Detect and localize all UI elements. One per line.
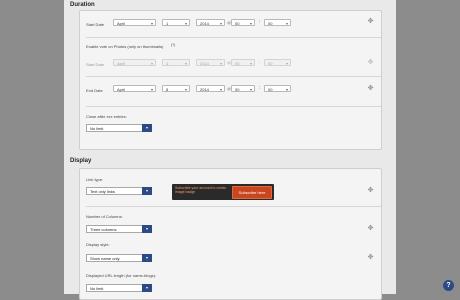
photo-start-month-select[interactable]: April ▾ <box>113 59 156 66</box>
chevron-down-icon: ▾ <box>219 61 222 66</box>
start-day-select[interactable]: 1 ▾ <box>162 19 190 26</box>
end-date-label: End Date <box>86 88 103 93</box>
url-length-label: Displayed URL length (for name-blogs): <box>86 273 157 278</box>
chevron-down-icon: ▾ <box>219 87 222 92</box>
chevron-down-icon: ▾ <box>184 21 187 26</box>
start-month-select[interactable]: April ▾ <box>113 19 156 26</box>
chevron-down-icon[interactable]: ▾ <box>142 124 152 132</box>
photo-start-minute-select[interactable]: 00 ▾ <box>264 59 291 66</box>
photo-start-year-select[interactable]: 2014 ▾ <box>196 59 225 66</box>
move-icon[interactable]: ✥ <box>367 254 374 261</box>
chevron-down-icon: ▾ <box>249 87 252 92</box>
move-icon[interactable]: ✥ <box>367 85 374 92</box>
chevron-down-icon[interactable]: ▾ <box>142 225 152 233</box>
divider <box>86 76 382 77</box>
settings-panel: Duration Start Date April ▾ 1 ▾ 2014 ▾ @ 00… <box>64 0 396 300</box>
subscribe-button[interactable]: Subscribe here <box>232 186 272 199</box>
chevron-down-icon: ▾ <box>219 21 222 26</box>
chevron-down-icon: ▾ <box>150 21 153 26</box>
photo-start-hour-select[interactable]: 00 ▾ <box>231 59 255 66</box>
move-icon[interactable]: ✥ <box>367 187 374 194</box>
chevron-down-icon[interactable]: ▾ <box>142 284 152 292</box>
move-icon[interactable]: ✥ <box>367 18 374 25</box>
start-date-label: Start Date <box>86 22 105 27</box>
time-colon: : <box>259 19 261 25</box>
chevron-down-icon: ▾ <box>285 61 288 66</box>
end-day-select[interactable]: 8 ▾ <box>162 85 190 92</box>
section-title-duration: Duration <box>70 2 95 8</box>
link-type-label: Link type: <box>86 177 104 182</box>
time-colon: : <box>259 59 261 65</box>
photo-start-date-label: Start Date <box>86 62 105 67</box>
chevron-down-icon[interactable]: ▾ <box>142 254 152 262</box>
close-after-select[interactable]: No limit ▾ <box>86 124 152 132</box>
chevron-down-icon: ▾ <box>184 61 187 66</box>
number-of-columns-select[interactable]: Three columns ▾ <box>86 225 152 233</box>
chevron-down-icon: ▾ <box>249 61 252 66</box>
close-after-label: Close after xxx entries: <box>86 114 127 119</box>
url-length-select[interactable]: No limit ▾ <box>86 284 152 292</box>
chevron-down-icon: ▾ <box>249 21 252 26</box>
display-style-select[interactable]: Show name only ▾ <box>86 254 152 262</box>
divider <box>86 206 382 207</box>
move-icon[interactable]: ✥ <box>367 225 374 232</box>
section-title-display: Display <box>70 158 92 164</box>
photo-start-day-select[interactable]: 4 ▾ <box>162 59 190 66</box>
photo-vote-label: Enable vote on Photos (only on thumbnail… <box>86 44 164 49</box>
chevron-down-icon: ▾ <box>150 61 153 66</box>
start-year-select[interactable]: 2014 ▾ <box>196 19 225 26</box>
start-hour-select[interactable]: 00 ▾ <box>231 19 255 26</box>
chevron-down-icon: ▾ <box>184 87 187 92</box>
display-style-label: Display style: <box>86 242 110 247</box>
chevron-down-icon: ▾ <box>285 87 288 92</box>
chevron-down-icon: ▾ <box>285 21 288 26</box>
divider <box>86 37 382 38</box>
chevron-down-icon: ▾ <box>150 87 153 92</box>
subscribe-tooltip-text: Subscribe your account to create image b… <box>175 186 227 194</box>
chevron-down-icon[interactable]: ▾ <box>142 187 152 195</box>
move-icon[interactable]: ✥ <box>367 59 374 66</box>
divider <box>86 106 382 107</box>
time-colon: : <box>259 85 261 91</box>
end-year-select[interactable]: 2014 ▾ <box>196 85 225 92</box>
end-month-select[interactable]: April ▾ <box>113 85 156 92</box>
start-minute-select[interactable]: 00 ▾ <box>264 19 291 26</box>
subscribe-tooltip: Subscribe your account to create image b… <box>172 184 274 200</box>
end-hour-select[interactable]: 00 ▾ <box>231 85 255 92</box>
end-minute-select[interactable]: 00 ▾ <box>264 85 291 92</box>
help-question-mark[interactable]: (?) <box>171 43 175 47</box>
number-of-columns-label: Number of Columns: <box>86 214 123 219</box>
link-type-select[interactable]: Text only links ▾ <box>86 187 152 195</box>
help-icon[interactable]: ? <box>443 280 454 291</box>
